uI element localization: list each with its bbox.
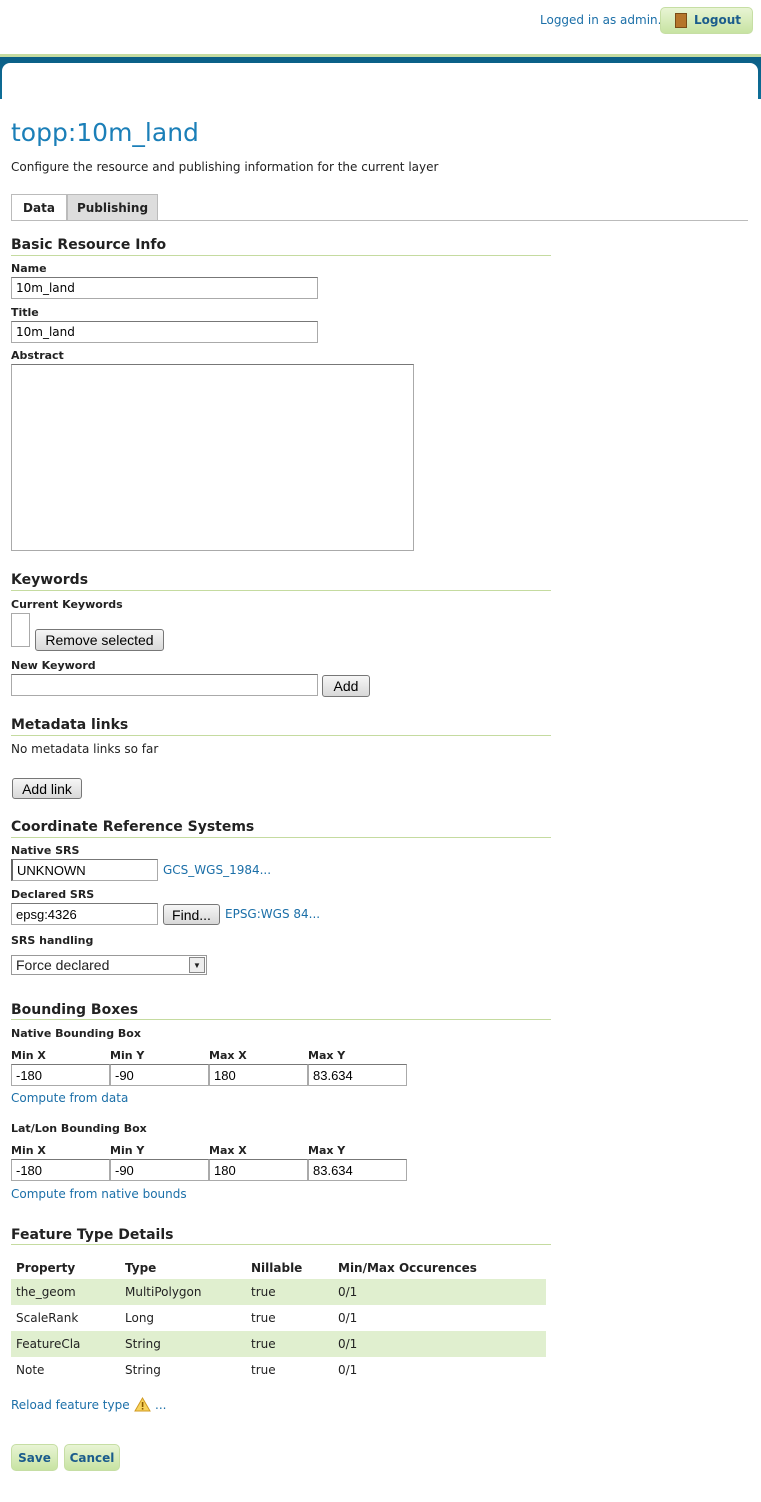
column-header: Type	[125, 1260, 157, 1275]
table-header: Property Type Nillable Min/Max Occurence…	[11, 1256, 546, 1279]
compute-from-data-link[interactable]: Compute from data	[11, 1091, 128, 1105]
native-maxy-input[interactable]	[308, 1064, 407, 1086]
find-button[interactable]: Find...	[163, 904, 220, 925]
add-keyword-button[interactable]: Add	[322, 675, 370, 697]
name-label: Name	[11, 262, 47, 275]
table-row: the_geom MultiPolygon true 0/1	[11, 1279, 546, 1305]
cell: 0/1	[333, 1279, 546, 1305]
srs-handling-select[interactable]: Force declared ▼	[11, 955, 207, 975]
divider	[11, 1019, 551, 1020]
native-miny-label: Min Y	[110, 1049, 145, 1062]
add-link-button[interactable]: Add link	[12, 778, 82, 799]
cell: true	[246, 1279, 333, 1305]
reload-feature-type-link[interactable]: Reload feature type	[11, 1398, 130, 1412]
cell: true	[251, 1311, 276, 1325]
page-subtitle: Configure the resource and publishing in…	[11, 160, 439, 174]
srs-handling-value: Force declared	[16, 957, 110, 973]
latlon-maxx-input[interactable]	[209, 1159, 308, 1181]
cell: ScaleRank	[16, 1311, 79, 1325]
native-srs-link[interactable]: GCS_WGS_1984...	[163, 863, 271, 877]
divider	[11, 735, 551, 736]
tab-rule	[11, 220, 748, 221]
abstract-textarea[interactable]	[11, 364, 414, 551]
latlon-minx-label: Min X	[11, 1144, 46, 1157]
logout-label: Logout	[693, 13, 741, 27]
latlon-minx-input[interactable]	[11, 1159, 110, 1181]
native-minx-label: Min X	[11, 1049, 46, 1062]
latlon-maxy-input[interactable]	[308, 1159, 407, 1181]
declared-srs-link[interactable]: EPSG:WGS 84...	[225, 907, 320, 921]
section-keywords: Keywords	[11, 572, 89, 588]
latlon-maxx-label: Max X	[209, 1144, 247, 1157]
door-icon	[675, 13, 687, 28]
section-bbox: Bounding Boxes	[11, 1002, 139, 1018]
cell: 0/1	[338, 1311, 358, 1325]
compute-from-native-link[interactable]: Compute from native bounds	[11, 1187, 187, 1201]
table-row: FeatureCla String true 0/1	[11, 1331, 546, 1357]
column-header: Min/Max Occurences	[338, 1260, 477, 1275]
native-bbox-label: Native Bounding Box	[11, 1027, 141, 1040]
native-miny-input[interactable]	[110, 1064, 209, 1086]
declared-srs-input[interactable]	[11, 903, 158, 925]
declared-srs-label: Declared SRS	[11, 888, 95, 901]
latlon-maxy-label: Max Y	[308, 1144, 346, 1157]
section-metadata: Metadata links	[11, 717, 129, 733]
cell: Note	[16, 1363, 45, 1377]
section-basic: Basic Resource Info	[11, 237, 167, 253]
cell: 0/1	[338, 1363, 358, 1377]
warning-icon	[134, 1397, 151, 1412]
divider	[11, 255, 551, 256]
cell: true	[246, 1331, 333, 1357]
tab-publishing[interactable]: Publishing	[67, 194, 158, 221]
new-keyword-input[interactable]	[11, 674, 318, 696]
cell: true	[251, 1363, 276, 1377]
remove-selected-button[interactable]: Remove selected	[35, 629, 164, 651]
section-crs: Coordinate Reference Systems	[11, 819, 255, 835]
cell: MultiPolygon	[120, 1279, 246, 1305]
keywords-list[interactable]	[11, 613, 30, 647]
native-srs-label: Native SRS	[11, 844, 80, 857]
title-input[interactable]	[11, 321, 318, 343]
divider	[11, 590, 551, 591]
latlon-miny-label: Min Y	[110, 1144, 145, 1157]
section-features: Feature Type Details	[11, 1227, 174, 1243]
table-row: Note String true 0/1	[11, 1357, 546, 1383]
table-row: ScaleRank Long true 0/1	[11, 1305, 546, 1331]
chevron-down-icon[interactable]: ▼	[189, 957, 205, 973]
tab-data[interactable]: Data	[11, 194, 67, 221]
abstract-label: Abstract	[11, 349, 64, 362]
current-keywords-label: Current Keywords	[11, 598, 123, 611]
cell: String	[125, 1363, 161, 1377]
name-input[interactable]	[11, 277, 318, 299]
logout-button[interactable]: Logout	[660, 7, 753, 34]
native-maxx-label: Max X	[209, 1049, 247, 1062]
native-minx-input[interactable]	[11, 1064, 110, 1086]
cell: 0/1	[333, 1331, 546, 1357]
divider	[11, 837, 551, 838]
native-maxx-input[interactable]	[209, 1064, 308, 1086]
native-maxy-label: Max Y	[308, 1049, 346, 1062]
cell: String	[120, 1331, 246, 1357]
latlon-miny-input[interactable]	[110, 1159, 209, 1181]
native-srs-input[interactable]	[11, 859, 158, 881]
feature-type-table: Property Type Nillable Min/Max Occurence…	[11, 1256, 546, 1383]
new-keyword-label: New Keyword	[11, 659, 96, 672]
save-button[interactable]: Save	[11, 1444, 58, 1471]
srs-handling-label: SRS handling	[11, 934, 94, 947]
cancel-button[interactable]: Cancel	[64, 1444, 120, 1471]
cell: the_geom	[11, 1279, 120, 1305]
title-label: Title	[11, 306, 39, 319]
cell: Long	[125, 1311, 155, 1325]
divider	[11, 1244, 551, 1245]
column-header: Nillable	[251, 1260, 303, 1275]
column-header: Property	[16, 1260, 76, 1275]
ellipsis-link[interactable]: ...	[155, 1398, 166, 1412]
metadata-empty-text: No metadata links so far	[11, 742, 159, 756]
cell: FeatureCla	[11, 1331, 120, 1357]
latlon-bbox-label: Lat/Lon Bounding Box	[11, 1122, 147, 1135]
page-title: topp:10m_land	[11, 118, 199, 147]
logged-in-text: Logged in as admin.	[540, 13, 662, 27]
